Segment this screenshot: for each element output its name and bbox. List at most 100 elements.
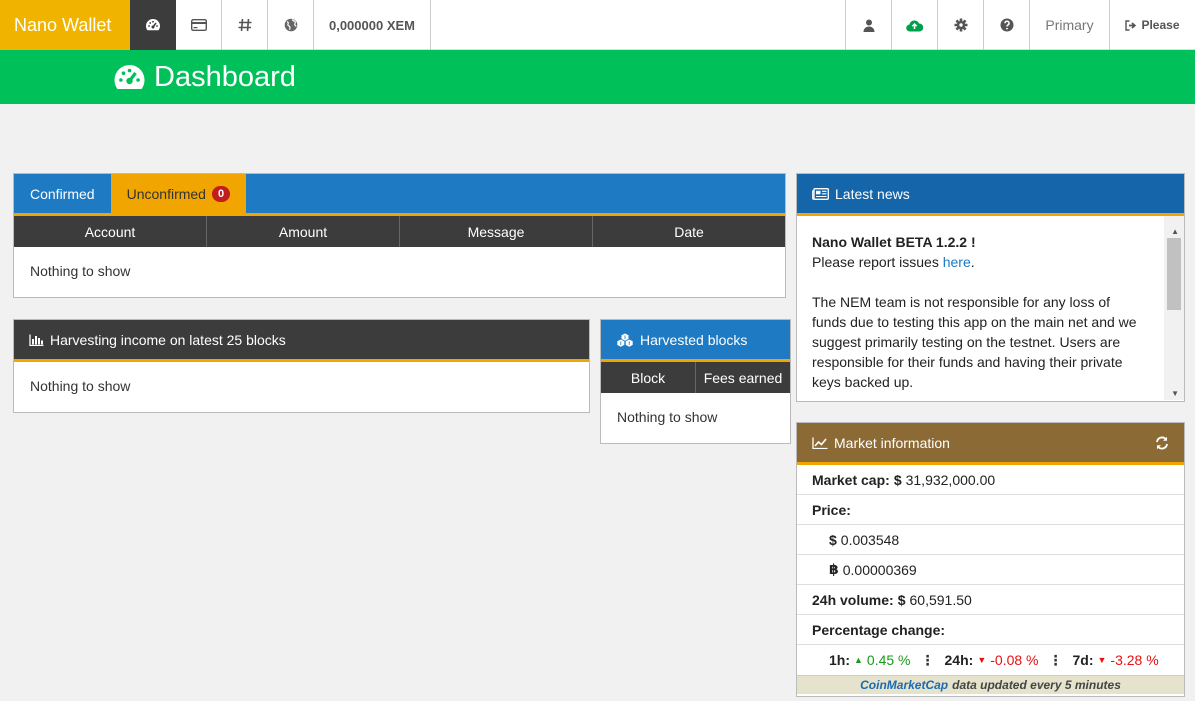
sign-out-icon	[1125, 19, 1137, 31]
price-btc-row: ฿ 0.00000369	[797, 555, 1184, 585]
report-issues-link[interactable]: here	[943, 254, 971, 270]
market-information-header: Market information	[797, 423, 1184, 465]
harvest-income-panel: Harvesting income on latest 25 blocks No…	[13, 319, 590, 413]
node-nav-button[interactable]	[891, 0, 937, 50]
market-footer: CoinMarketCap data updated every 5 minut…	[797, 675, 1184, 694]
coinmarketcap-link[interactable]: CoinMarketCap	[860, 678, 948, 692]
latest-news-panel: Latest news Nano Wallet BETA 1.2.2 ! Ple…	[796, 173, 1185, 402]
gear-icon	[954, 18, 967, 32]
separator-icon: ⋮	[1048, 651, 1063, 668]
change-7d-label: 7d:	[1072, 652, 1094, 668]
price-usd-row: $ 0.003548	[797, 525, 1184, 555]
percentage-change-row: 1h: ▲ 0.45 % ⋮ 24h: ▼ -0.08 % ⋮ 7d: ▼ -3…	[797, 645, 1184, 675]
harvested-blocks-title: Harvested blocks	[640, 331, 748, 348]
transfer-nav-button[interactable]	[176, 0, 222, 50]
page-header: Dashboard	[0, 50, 1195, 104]
market-cap-row: Market cap: $ 31,932,000.00	[797, 465, 1184, 495]
market-cap-label: Market cap:	[812, 471, 890, 488]
dollar-icon: $	[829, 531, 837, 548]
hashtag-icon	[238, 18, 251, 32]
bar-chart-icon	[29, 334, 44, 346]
market-information-panel: Market information Market cap: $ 31,932,…	[796, 422, 1185, 697]
column-header-account[interactable]: Account	[14, 216, 207, 247]
page-title: Dashboard	[154, 60, 296, 93]
transactions-empty-message: Nothing to show	[30, 263, 131, 279]
harvest-income-title: Harvesting income on latest 25 blocks	[50, 331, 286, 348]
dashboard-icon	[114, 65, 145, 89]
settings-nav-button[interactable]	[937, 0, 983, 50]
logout-button[interactable]: Please	[1109, 0, 1195, 50]
globe-icon	[284, 18, 297, 32]
column-header-message[interactable]: Message	[400, 216, 593, 247]
newspaper-icon	[812, 187, 829, 200]
question-icon	[1000, 18, 1013, 32]
logout-label: Please	[1141, 18, 1180, 32]
harvested-blocks-panel: Harvested blocks Block Fees earned Nothi…	[600, 319, 791, 444]
caret-down-icon: ▼	[977, 655, 987, 665]
column-header-fees-earned[interactable]: Fees earned	[696, 362, 790, 393]
news-report-prefix: Please report issues	[812, 254, 943, 270]
price-btc-value: 0.00000369	[842, 561, 917, 578]
brand-logo[interactable]: Nano Wallet	[0, 0, 130, 50]
cubes-icon	[617, 333, 633, 347]
percentage-change-label: Percentage change:	[812, 621, 946, 638]
refresh-icon[interactable]	[1155, 436, 1169, 450]
speedometer-icon	[146, 19, 160, 31]
percentage-label-row: Percentage change:	[797, 615, 1184, 645]
change-1h-value: 0.45 %	[866, 652, 911, 668]
account-selector[interactable]: Primary	[1029, 0, 1109, 50]
scroll-down-arrow-icon[interactable]: ▼	[1171, 384, 1179, 400]
tab-unconfirmed-label: Unconfirmed	[126, 185, 206, 202]
separator-icon: ⋮	[920, 651, 935, 668]
news-body-text: The NEM team is not responsible for any …	[812, 294, 1137, 390]
tab-confirmed[interactable]: Confirmed	[14, 174, 111, 213]
volume-value: 60,591.50	[909, 591, 972, 608]
bitcoin-icon: ฿	[829, 561, 839, 577]
news-scroll-thumb[interactable]	[1167, 238, 1181, 310]
market-footer-text: data updated every 5 minutes	[952, 678, 1121, 692]
harvested-blocks-table-header: Block Fees earned	[601, 362, 790, 393]
change-24h-value: -0.08 %	[990, 652, 1039, 668]
harvested-blocks-header: Harvested blocks	[601, 320, 790, 362]
transactions-table-header: Account Amount Message Date	[14, 216, 785, 247]
price-label: Price:	[812, 501, 851, 518]
column-header-date[interactable]: Date	[593, 216, 785, 247]
harvest-income-empty-message: Nothing to show	[30, 378, 131, 394]
market-cap-value: 31,932,000.00	[905, 471, 996, 488]
line-chart-icon	[812, 437, 828, 449]
change-1h-label: 1h:	[829, 652, 850, 668]
column-header-amount[interactable]: Amount	[207, 216, 400, 247]
dashboard-nav-button[interactable]	[130, 0, 176, 50]
transactions-tabs: Confirmed Unconfirmed 0	[14, 174, 785, 216]
dollar-icon: $	[893, 471, 902, 488]
balance-display: 0,000000 XEM	[314, 0, 431, 50]
volume-row: 24h volume: $ 60,591.50	[797, 585, 1184, 615]
top-navbar: Nano Wallet 0,000000 XEM Primary Please	[0, 0, 1195, 50]
change-24h-label: 24h:	[944, 652, 974, 668]
services-nav-button[interactable]	[222, 0, 268, 50]
news-content: Nano Wallet BETA 1.2.2 ! Please report i…	[797, 216, 1184, 400]
harvested-blocks-empty-message: Nothing to show	[617, 409, 718, 425]
unconfirmed-count-badge: 0	[211, 185, 231, 202]
change-7d-value: -3.28 %	[1110, 652, 1159, 668]
transactions-panel: Confirmed Unconfirmed 0 Account Amount M…	[13, 173, 786, 298]
help-nav-button[interactable]	[983, 0, 1029, 50]
tab-unconfirmed[interactable]: Unconfirmed 0	[110, 174, 247, 213]
account-nav-button[interactable]	[845, 0, 891, 50]
news-report-suffix: .	[970, 254, 975, 270]
caret-down-icon: ▼	[1097, 655, 1107, 665]
harvest-income-header: Harvesting income on latest 25 blocks	[14, 320, 589, 362]
volume-label: 24h volume:	[812, 591, 894, 608]
news-headline: Nano Wallet BETA 1.2.2 !	[812, 234, 976, 250]
caret-up-icon: ▲	[854, 655, 863, 665]
price-usd-value: 0.003548	[840, 531, 900, 548]
latest-news-title: Latest news	[835, 185, 910, 202]
credit-card-icon	[190, 19, 207, 31]
news-scrollbar[interactable]: ▲ ▼	[1164, 216, 1184, 400]
dollar-icon: $	[897, 591, 906, 608]
latest-news-header: Latest news	[797, 174, 1184, 216]
market-information-title: Market information	[834, 434, 950, 451]
column-header-block[interactable]: Block	[601, 362, 696, 393]
cloud-upload-icon	[906, 19, 923, 32]
explorer-nav-button[interactable]	[268, 0, 314, 50]
